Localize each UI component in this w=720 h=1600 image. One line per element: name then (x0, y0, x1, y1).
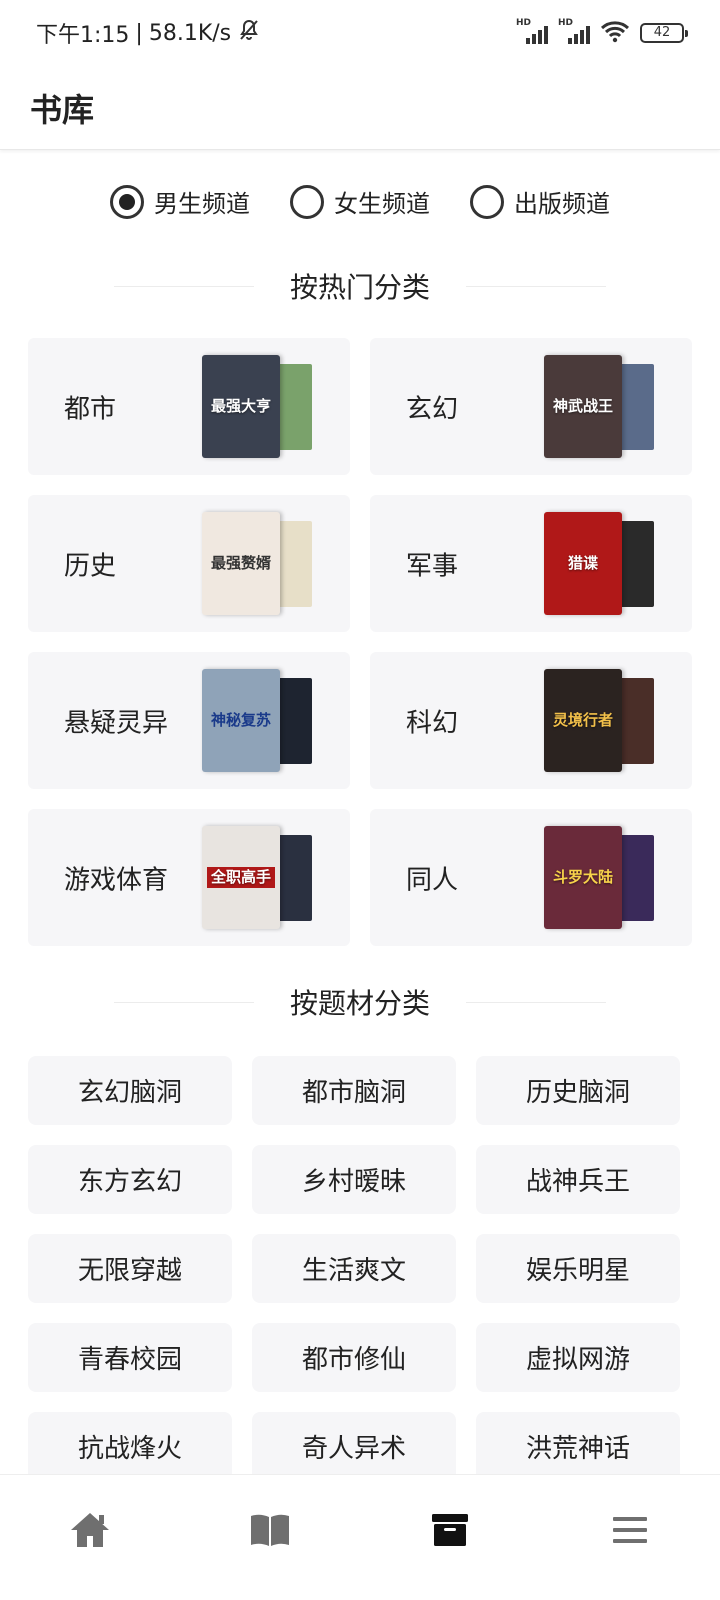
book-cover: 神武战王 (544, 355, 622, 458)
nav-menu[interactable] (590, 1502, 670, 1562)
divider (113, 1001, 254, 1003)
archive-box-icon (431, 1512, 469, 1552)
bottom-nav (0, 1474, 720, 1600)
category-label: 悬疑灵异 (64, 708, 169, 738)
mute-bell-icon (237, 18, 261, 48)
subject-chip[interactable]: 青春校园 (28, 1323, 232, 1392)
book-cover-back (618, 678, 654, 764)
subject-category-grid: 玄幻脑洞 都市脑洞 历史脑洞东方玄幻 乡村暧昧 战神兵王无限穿越 生活爽文 娱乐明星青春校园… (28, 1056, 692, 1474)
home-icon (68, 1510, 112, 1554)
status-left: 下午1:15 | 58.1K/s (36, 17, 261, 49)
book-cover-back (618, 521, 654, 607)
status-divider: | (135, 20, 143, 46)
status-time: 下午1:15 (36, 23, 130, 48)
category-label: 科幻 (406, 708, 459, 738)
divider (113, 285, 254, 287)
category-card[interactable]: 悬疑灵异 神秘复苏 (28, 652, 350, 789)
battery-icon: 42 (640, 23, 688, 43)
hot-category-grid: 都市 最强大亨 玄幻 神武战王 历史 最强赘婿 军事 猎谍 悬疑灵异 神秘复苏 … (28, 338, 692, 946)
category-card[interactable]: 游戏体育 全职高手 (28, 809, 350, 946)
subject-chip[interactable]: 虚拟网游 (476, 1323, 680, 1392)
book-cover: 全职高手 (202, 826, 280, 929)
nav-home[interactable] (50, 1502, 130, 1562)
divider (466, 1001, 606, 1003)
book-cover-title: 全职高手 (206, 867, 275, 888)
category-card[interactable]: 历史 最强赘婿 (28, 495, 350, 632)
subject-chip[interactable]: 无限穿越 (28, 1234, 232, 1303)
book-cover-title: 神武战王 (552, 397, 613, 416)
book-cover-back (618, 364, 654, 450)
menu-icon (612, 1514, 648, 1550)
channel-female[interactable]: 女生频道 (290, 184, 430, 219)
section-title-text: 按题材分类 (289, 987, 430, 1020)
book-open-icon (248, 1511, 292, 1553)
book-cover: 最强大亨 (202, 355, 280, 458)
book-cover-back (276, 835, 312, 921)
status-right: HD HD 42 (516, 18, 688, 47)
book-cover-title: 斗罗大陆 (552, 868, 613, 887)
status-bar: 下午1:15 | 58.1K/s HD HD 42 (0, 0, 720, 66)
nav-library[interactable] (410, 1502, 490, 1562)
category-card[interactable]: 同人 斗罗大陆 (370, 809, 692, 946)
book-cover-back (618, 835, 654, 921)
subject-chip[interactable]: 玄幻脑洞 (28, 1056, 232, 1125)
subject-chip[interactable]: 历史脑洞 (476, 1056, 680, 1125)
category-label: 游戏体育 (64, 865, 169, 895)
radio-unchecked-icon[interactable] (470, 184, 504, 219)
channel-label: 女生频道 (334, 190, 430, 218)
app-header: 书库 (0, 66, 720, 150)
book-cover: 斗罗大陆 (544, 826, 622, 929)
subject-section-title: 按题材分类 (0, 982, 720, 1022)
status-speed: 58.1K/s (148, 20, 232, 46)
section-title-text: 按热门分类 (289, 271, 430, 304)
book-cover-title: 最强赘婿 (210, 554, 271, 573)
book-cover-back (276, 364, 312, 450)
library-content[interactable]: 男生频道 女生频道 出版频道 按热门分类 都市 最强大亨 玄幻 神武战王 历史 (0, 150, 720, 1474)
subject-chip[interactable]: 都市修仙 (252, 1323, 456, 1392)
radio-checked-icon[interactable] (110, 184, 144, 219)
channel-publish[interactable]: 出版频道 (470, 184, 610, 219)
book-cover-back (276, 678, 312, 764)
signal-icon: HD (516, 18, 548, 46)
category-label: 同人 (406, 865, 459, 895)
subject-chip[interactable]: 奇人异术 (252, 1412, 456, 1474)
category-label: 军事 (406, 551, 459, 581)
subject-chip[interactable]: 战神兵王 (476, 1145, 680, 1214)
category-label: 玄幻 (406, 394, 459, 424)
subject-chip[interactable]: 娱乐明星 (476, 1234, 680, 1303)
channel-label: 出版频道 (514, 190, 610, 218)
radio-unchecked-icon[interactable] (290, 184, 324, 219)
book-cover: 最强赘婿 (202, 512, 280, 615)
book-cover: 神秘复苏 (202, 669, 280, 772)
category-label: 都市 (64, 394, 117, 424)
signal-icon-2: HD (558, 18, 590, 46)
subject-chip[interactable]: 生活爽文 (252, 1234, 456, 1303)
book-cover-title: 灵境行者 (552, 711, 613, 730)
channel-male[interactable]: 男生频道 (110, 184, 250, 219)
category-card[interactable]: 玄幻 神武战王 (370, 338, 692, 475)
subject-chip[interactable]: 东方玄幻 (28, 1145, 232, 1214)
subject-chip[interactable]: 乡村暧昧 (252, 1145, 456, 1214)
page-title: 书库 (30, 90, 95, 129)
book-cover-back (276, 521, 312, 607)
category-card[interactable]: 科幻 灵境行者 (370, 652, 692, 789)
channel-label: 男生频道 (154, 190, 250, 218)
book-cover: 灵境行者 (544, 669, 622, 772)
category-card[interactable]: 都市 最强大亨 (28, 338, 350, 475)
book-cover-title: 神秘复苏 (210, 711, 271, 730)
subject-chip[interactable]: 抗战烽火 (28, 1412, 232, 1474)
divider (466, 285, 606, 287)
book-cover-title: 猎谍 (567, 554, 598, 573)
channel-selector: 男生频道 女生频道 出版频道 (0, 184, 720, 219)
wifi-icon (600, 19, 630, 47)
category-card[interactable]: 军事 猎谍 (370, 495, 692, 632)
subject-chip[interactable]: 都市脑洞 (252, 1056, 456, 1125)
book-cover: 猎谍 (544, 512, 622, 615)
subject-chip[interactable]: 洪荒神话 (476, 1412, 680, 1474)
category-label: 历史 (64, 551, 117, 581)
book-cover-title: 最强大亨 (210, 397, 271, 416)
hot-section-title: 按热门分类 (0, 266, 720, 306)
nav-bookshelf[interactable] (230, 1502, 310, 1562)
